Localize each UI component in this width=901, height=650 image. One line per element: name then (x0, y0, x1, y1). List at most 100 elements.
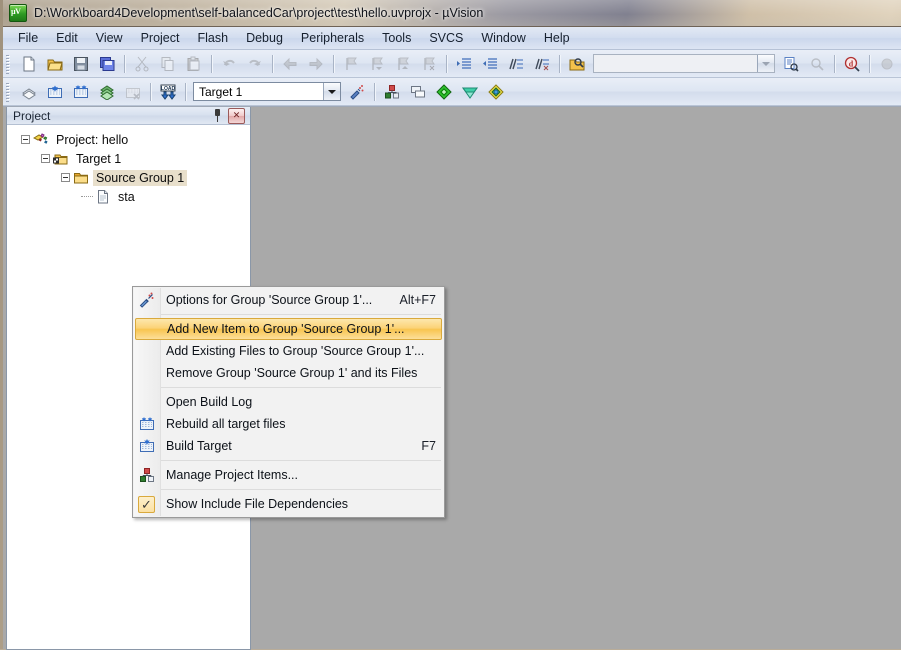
toolbar-separator (869, 54, 870, 73)
breakpoint-disabled-icon[interactable] (875, 52, 899, 76)
menu-separator (161, 387, 441, 388)
menu-item-build-target[interactable]: Build Target F7 (133, 435, 444, 457)
save-icon[interactable] (69, 52, 93, 76)
bookmark-next-icon[interactable] (391, 52, 415, 76)
menu-item-show-include-file-dependencies[interactable]: ✓ Show Include File Dependencies (133, 493, 444, 515)
menu-item-add-existing-files[interactable]: Add Existing Files to Group 'Source Grou… (133, 340, 444, 362)
toolbar-separator (185, 82, 186, 101)
expander-icon[interactable] (61, 173, 70, 182)
tree-node-file[interactable]: sta (7, 187, 250, 206)
find-combo[interactable] (593, 54, 775, 73)
find-icon[interactable] (779, 52, 803, 76)
tree-node-source-group[interactable]: Source Group 1 (7, 168, 250, 187)
folder-icon (73, 170, 89, 186)
menu-item-rebuild-all-target-files[interactable]: Rebuild all target files (133, 413, 444, 435)
toolbar-separator (124, 54, 125, 73)
pack-installer-icon[interactable] (432, 80, 456, 104)
toolbar-grip[interactable] (6, 53, 13, 74)
menu-item-label: Show Include File Dependencies (166, 497, 349, 511)
navigate-back-icon[interactable] (278, 52, 302, 76)
options-wand-icon (133, 289, 160, 311)
download-to-flash-icon[interactable]: LOAD (156, 80, 180, 104)
new-file-icon[interactable] (17, 52, 41, 76)
redo-icon[interactable] (243, 52, 267, 76)
copy-icon[interactable] (156, 52, 180, 76)
menu-item-label: Open Build Log (166, 395, 253, 409)
outdent-icon[interactable] (478, 52, 502, 76)
indent-icon[interactable] (452, 52, 476, 76)
pin-icon[interactable] (212, 109, 223, 122)
menu-item-open-build-log[interactable]: Open Build Log (133, 391, 444, 413)
menu-item-accel: F7 (421, 439, 436, 453)
open-file-icon[interactable] (43, 52, 67, 76)
paste-icon[interactable] (182, 52, 206, 76)
save-all-icon[interactable] (95, 52, 119, 76)
menu-item-label: Rebuild all target files (166, 417, 286, 431)
menu-help[interactable]: Help (535, 28, 579, 48)
find-in-files-icon[interactable] (565, 52, 589, 76)
target-select[interactable]: Target 1 (193, 82, 341, 101)
menu-flash[interactable]: Flash (188, 28, 237, 48)
menu-view[interactable]: View (87, 28, 132, 48)
menu-item-options-for-group[interactable]: Options for Group 'Source Group 1'... Al… (133, 289, 444, 311)
manage-project-items-icon (133, 464, 160, 486)
debug-session-icon[interactable]: d (840, 52, 864, 76)
build-target-icon[interactable] (43, 80, 67, 104)
batch-build-icon[interactable] (95, 80, 119, 104)
bookmark-toggle-icon[interactable] (339, 52, 363, 76)
translate-file-icon[interactable] (17, 80, 41, 104)
uvision-logo-icon (9, 4, 27, 22)
chevron-down-icon[interactable] (323, 83, 340, 100)
uvision-window: D:\Work\board4Development\self-balancedC… (0, 0, 901, 650)
menu-project[interactable]: Project (132, 28, 189, 48)
project-icon (32, 132, 49, 148)
tree-node-target[interactable]: Target 1 (7, 149, 250, 168)
select-software-packs-icon[interactable] (484, 80, 508, 104)
menu-file[interactable]: File (9, 28, 47, 48)
menu-item-manage-project-items[interactable]: Manage Project Items... (133, 464, 444, 486)
bookmark-prev-icon[interactable] (365, 52, 389, 76)
menu-item-add-new-item[interactable]: Add New Item to Group 'Source Group 1'..… (135, 318, 442, 340)
menu-edit[interactable]: Edit (47, 28, 87, 48)
menu-debug[interactable]: Debug (237, 28, 292, 48)
menu-peripherals[interactable]: Peripherals (292, 28, 373, 48)
svg-text:LOAD: LOAD (161, 86, 176, 92)
project-panel-header: Project ✕ (7, 107, 250, 125)
toolbar-grip[interactable] (6, 81, 13, 102)
mdi-client-area: Project ✕ Project: hello Target 1 Source… (3, 106, 901, 650)
toolbar-separator (150, 82, 151, 101)
build-target-icon (133, 435, 160, 457)
manage-project-items-icon[interactable] (380, 80, 404, 104)
expander-icon[interactable] (41, 154, 50, 163)
toolbar-separator (446, 54, 447, 73)
stop-build-icon[interactable] (121, 80, 145, 104)
undo-icon[interactable] (217, 52, 241, 76)
menu-item-remove-group[interactable]: Remove Group 'Source Group 1' and its Fi… (133, 362, 444, 384)
target-options-icon[interactable] (345, 80, 369, 104)
toolbar-separator (333, 54, 334, 73)
tree-node-label: Source Group 1 (93, 169, 188, 186)
cut-icon[interactable] (130, 52, 154, 76)
menu-window[interactable]: Window (472, 28, 534, 48)
navigate-forward-icon[interactable] (304, 52, 328, 76)
menu-item-label: Manage Project Items... (166, 468, 299, 482)
menu-item-label: Options for Group 'Source Group 1'... (166, 293, 373, 307)
multi-project-icon[interactable] (406, 80, 430, 104)
target-select-value: Target 1 (199, 84, 243, 99)
close-icon[interactable]: ✕ (228, 107, 245, 124)
tree-node-project[interactable]: Project: hello (7, 130, 250, 149)
comment-icon[interactable] (504, 52, 528, 76)
menu-item-gutter (133, 391, 160, 413)
file-icon (95, 189, 111, 205)
toolbar-separator (374, 82, 375, 101)
incremental-find-icon[interactable] (805, 52, 829, 76)
chevron-down-icon[interactable] (757, 55, 774, 72)
manage-run-time-env-icon[interactable] (458, 80, 482, 104)
rebuild-all-icon[interactable] (69, 80, 93, 104)
menu-svcs[interactable]: SVCS (420, 28, 472, 48)
expander-icon[interactable] (21, 135, 30, 144)
application-window: D:\Work\board4Development\self-balancedC… (3, 0, 901, 650)
menu-tools[interactable]: Tools (373, 28, 420, 48)
uncomment-icon[interactable] (530, 52, 554, 76)
bookmark-clear-icon[interactable] (417, 52, 441, 76)
